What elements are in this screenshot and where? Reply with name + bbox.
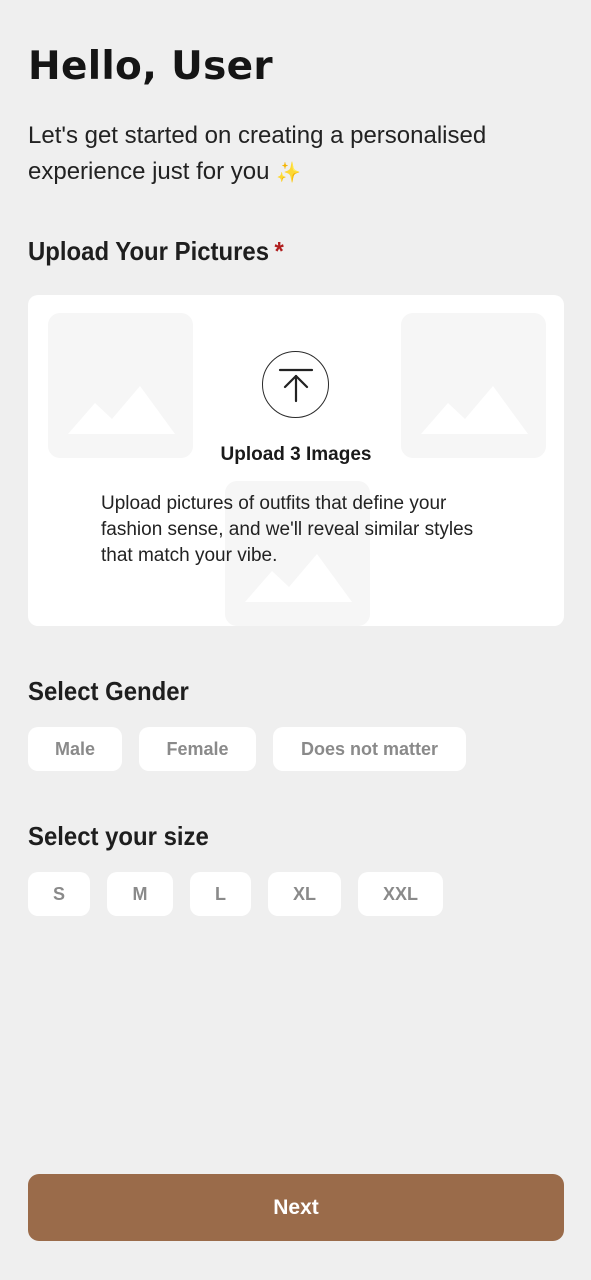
subtitle-text: Let's get started on creating a personal… [28,122,487,185]
required-indicator: * [274,236,284,266]
next-button[interactable]: Next [28,1174,564,1241]
gender-section-title: Select Gender [28,676,189,706]
page-subtitle: Let's get started on creating a personal… [28,118,548,191]
upload-images-label: Upload 3 Images [220,444,372,465]
size-options: S M L XL XXL [28,872,443,916]
upload-button[interactable] [262,351,329,418]
sparkle-icon: ✨ [276,162,302,184]
size-option-m[interactable]: M [107,872,173,916]
size-option-l[interactable]: L [190,872,251,916]
image-placeholder-icon [48,313,193,458]
upload-description: Upload pictures of outfits that define y… [101,493,474,566]
size-option-xl[interactable]: XL [268,872,341,916]
upload-section-label: Upload Your Pictures [28,236,270,266]
gender-options: Male Female Does not matter [28,727,466,771]
gender-option-male[interactable]: Male [28,727,122,771]
page-title: Hello, User [28,44,273,89]
image-placeholder-icon [401,313,546,458]
gender-option-does-not-matter[interactable]: Does not matter [273,727,466,771]
upload-arrow-icon [278,368,313,402]
size-section-title: Select your size [28,821,209,851]
size-option-s[interactable]: S [28,872,90,916]
gender-option-female[interactable]: Female [139,727,256,771]
size-option-xxl[interactable]: XXL [358,872,443,916]
upload-section-title: Upload Your Pictures * [28,236,284,267]
upload-card[interactable]: Upload 3 Images Upload pictures of outfi… [28,295,564,626]
